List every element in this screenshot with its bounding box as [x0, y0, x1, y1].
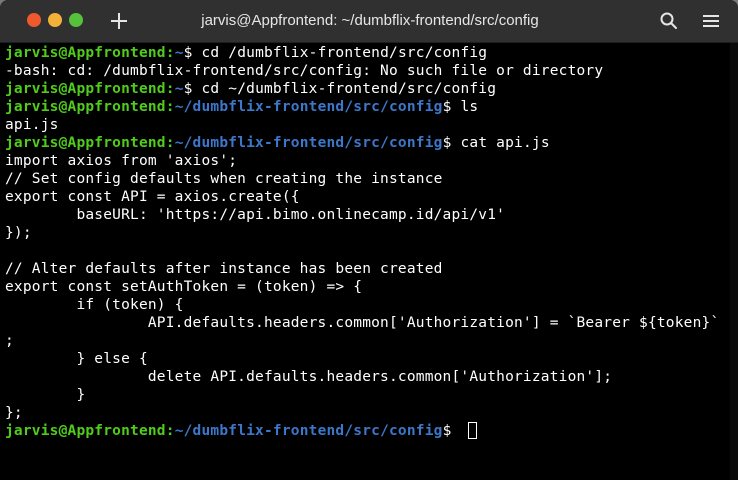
prompt-colon: :: [165, 99, 175, 115]
prompt-colon: :: [165, 45, 175, 61]
command-text: $ cd ~/dumbflix-frontend/src/config: [183, 81, 497, 97]
output-line: // Set config defaults when creating the…: [5, 171, 443, 187]
prompt-path: ~/dumbflix-frontend/src/config: [174, 135, 443, 151]
scrollbar[interactable]: [730, 43, 738, 480]
output-line: export const API = axios.create({: [5, 189, 300, 205]
output-line: API.defaults.headers.common['Authorizati…: [5, 315, 720, 331]
output-line: if (token) {: [5, 297, 184, 313]
command-text: $ cd /dumbflix-frontend/src/config: [183, 45, 488, 61]
prompt-line: jarvis@Appfrontend:~$ cd ~/dumbflix-fron…: [5, 80, 496, 98]
close-button[interactable]: [27, 13, 41, 27]
new-tab-button[interactable]: [105, 8, 133, 34]
output-line: ;: [5, 333, 14, 349]
prompt-line: jarvis@Appfrontend:~/dumbflix-frontend/s…: [5, 134, 550, 152]
title-bar[interactable]: jarvis@Appfrontend: ~/dumbflix-frontend/…: [0, 0, 738, 43]
prompt-colon: :: [165, 81, 175, 97]
window-title: jarvis@Appfrontend: ~/dumbflix-frontend/…: [201, 12, 539, 29]
command-text: $ ls: [442, 99, 479, 115]
prompt-user: jarvis@Appfrontend: [5, 45, 166, 61]
menu-button[interactable]: [699, 9, 723, 33]
search-icon: [660, 12, 677, 29]
output-line: baseURL: 'https://api.bimo.onlinecamp.id…: [5, 207, 506, 223]
prompt-path: ~/dumbflix-frontend/src/config: [174, 423, 443, 439]
output-line: export const setAuthToken = (token) => {: [5, 279, 363, 295]
command-text: $ cat api.js: [442, 135, 550, 151]
prompt-path: ~: [174, 81, 184, 97]
terminal-window: jarvis@Appfrontend: ~/dumbflix-frontend/…: [0, 0, 738, 480]
output-line: });: [5, 225, 32, 241]
hamburger-menu-icon: [703, 15, 719, 27]
prompt-user: jarvis@Appfrontend: [5, 81, 166, 97]
minimize-button[interactable]: [48, 13, 62, 27]
prompt-colon: :: [165, 423, 175, 439]
output-line: api.js: [5, 117, 59, 133]
command-text: $: [442, 423, 461, 439]
search-button[interactable]: [657, 9, 681, 33]
prompt-colon: :: [165, 135, 175, 151]
new-tab-icon: [111, 13, 127, 29]
output-line: } else {: [5, 351, 148, 367]
prompt-line: jarvis@Appfrontend:~/dumbflix-frontend/s…: [5, 98, 478, 116]
prompt-path: ~: [174, 45, 184, 61]
prompt-user: jarvis@Appfrontend: [5, 135, 166, 151]
output-line: };: [5, 405, 23, 421]
text-cursor[interactable]: [468, 422, 478, 439]
prompt-user: jarvis@Appfrontend: [5, 423, 166, 439]
output-line: -bash: cd: /dumbflix-frontend/src/config…: [5, 63, 604, 79]
output-line: import axios from 'axios';: [5, 153, 238, 169]
prompt-line: jarvis@Appfrontend:~/dumbflix-frontend/s…: [5, 422, 478, 440]
terminal-output[interactable]: jarvis@Appfrontend:~$ cd /dumbflix-front…: [0, 43, 730, 480]
prompt-path: ~/dumbflix-frontend/src/config: [174, 99, 443, 115]
prompt-user: jarvis@Appfrontend: [5, 99, 166, 115]
prompt-line: jarvis@Appfrontend:~$ cd /dumbflix-front…: [5, 44, 487, 62]
output-line: }: [5, 387, 86, 403]
output-line: // Alter defaults after instance has bee…: [5, 261, 443, 277]
maximize-button[interactable]: [69, 13, 83, 27]
output-line: delete API.defaults.headers.common['Auth…: [5, 369, 613, 385]
